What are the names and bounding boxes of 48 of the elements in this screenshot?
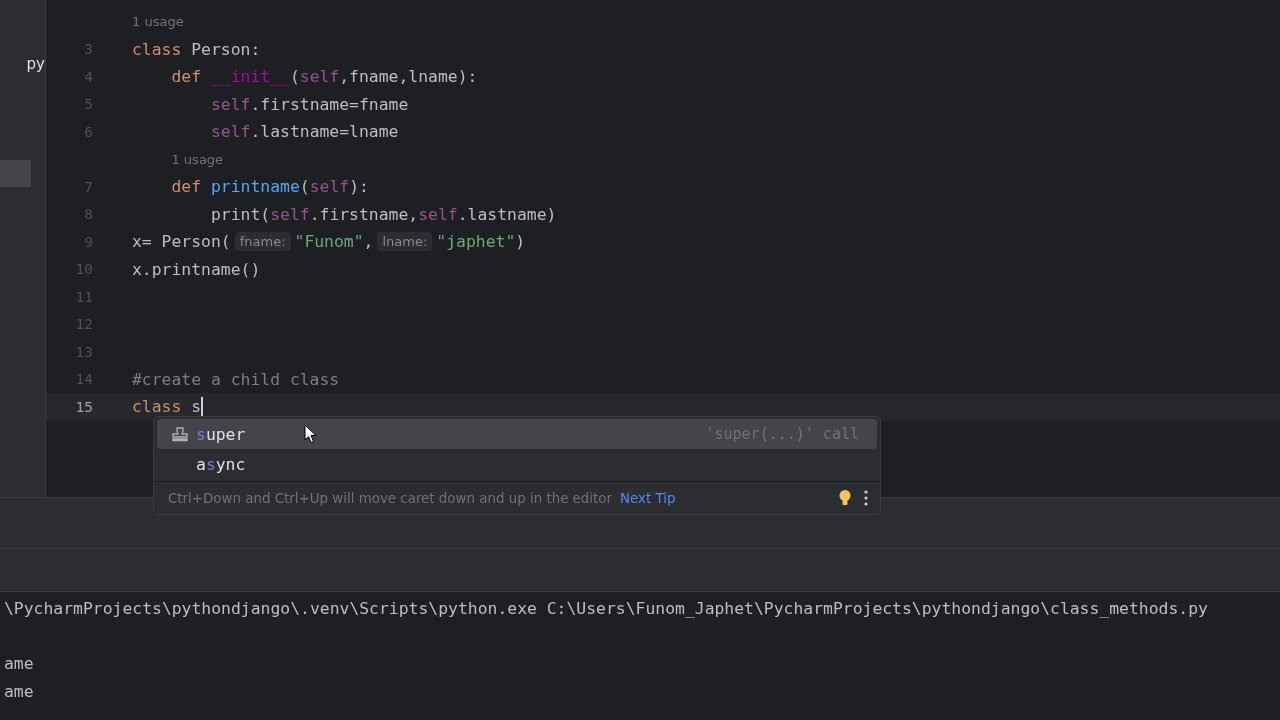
code-token: "Funom" — [294, 232, 364, 252]
code-token: printname — [209, 177, 300, 197]
code-token: ,fname,lname): — [339, 67, 478, 87]
code-token: ) — [515, 232, 526, 252]
code-token: self — [210, 122, 251, 142]
code-token: class — [132, 39, 182, 59]
line-number: 15 — [74, 398, 93, 415]
code-token: self — [270, 204, 310, 224]
parameter-hint: fname: — [234, 232, 291, 252]
code-token: ): — [349, 177, 369, 197]
usage-hint[interactable]: 1 usage — [132, 14, 184, 30]
code-token: , — [363, 232, 374, 252]
code-token: self — [309, 177, 350, 197]
code-token: def — [171, 67, 202, 87]
code-token: __init__ — [209, 67, 290, 87]
code-token: .lastname=lname — [250, 122, 399, 142]
code-token: x= Person( — [132, 232, 231, 252]
console-output-line: ame — [3, 680, 35, 703]
tip-text: Ctrl+Down and Ctrl+Up will move caret down and up in the editor — [168, 490, 613, 506]
lightbulb-icon — [838, 489, 852, 507]
completion-text: async — [196, 454, 246, 474]
completion-text: super — [196, 424, 246, 444]
code-token: class — [132, 397, 182, 417]
code-token: #create a child class — [132, 369, 340, 389]
code-token: .firstname, — [309, 204, 419, 224]
code-token: Person: — [190, 39, 261, 59]
code-token: ( — [289, 67, 300, 87]
code-token: .lastname) — [457, 204, 557, 224]
completion-item[interactable]: async — [157, 449, 877, 479]
stamp-icon — [170, 426, 190, 442]
code-token: ( — [299, 177, 310, 197]
code-token: print( — [210, 204, 271, 224]
code-token: s — [190, 397, 202, 417]
next-tip-link[interactable]: Next Tip — [620, 490, 676, 506]
code-token: x.printname() — [132, 259, 261, 279]
console-output-line: ame — [3, 653, 35, 675]
file-name[interactable]: py — [0, 53, 45, 80]
text-caret — [201, 397, 204, 417]
code-token: def — [171, 177, 202, 197]
code-token: self — [418, 204, 458, 224]
more-options-icon[interactable] — [864, 490, 868, 506]
code-token: self — [210, 94, 251, 114]
parameter-hint: lname: — [377, 232, 433, 252]
code-token: "japhet" — [436, 232, 516, 252]
code-token: self — [299, 67, 340, 87]
console-output-line: \PycharmProjects\pythondjango\.venv\Scripts\python.exe C:\Users\Funom_Japhet\PycharmProjects\pythondjango\class_methods.py — [3, 598, 1209, 620]
code-token: .firstname=fname — [250, 94, 409, 114]
mouse-pointer-icon — [304, 424, 317, 444]
